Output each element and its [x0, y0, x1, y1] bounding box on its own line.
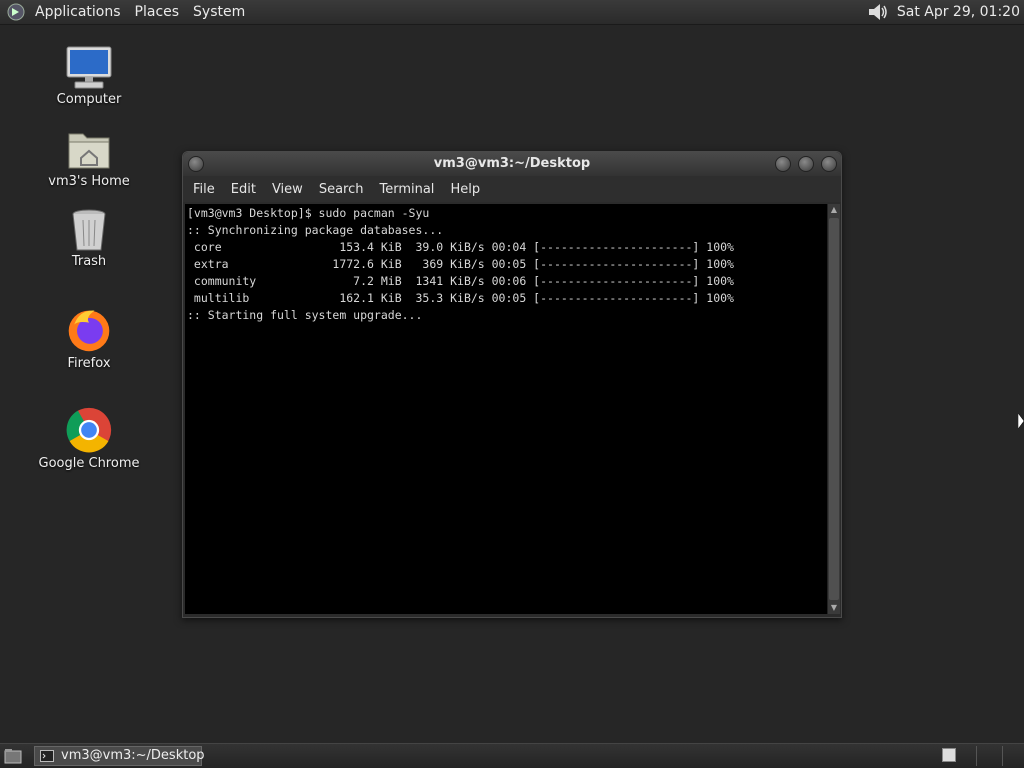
desktop-icon-trash[interactable]: Trash: [34, 208, 144, 269]
desktop-icon-label: Firefox: [67, 356, 111, 371]
firefox-icon: [68, 310, 110, 352]
trash-icon: [72, 209, 106, 251]
computer-icon: [66, 46, 112, 89]
chrome-icon: [66, 407, 112, 453]
window-menu-button[interactable]: [188, 156, 204, 172]
menu-help[interactable]: Help: [444, 182, 486, 197]
menu-search[interactable]: Search: [313, 182, 370, 197]
taskbar-item-terminal[interactable]: vm3@vm3:~/Desktop: [34, 746, 205, 766]
notification-area: Sat Apr 29, 01:20: [867, 0, 1020, 24]
desktop-icon-label: Google Chrome: [38, 456, 140, 471]
menu-places[interactable]: Places: [128, 0, 187, 24]
menu-terminal[interactable]: Terminal: [373, 182, 440, 197]
gnome-foot-icon[interactable]: [6, 2, 26, 22]
menu-edit[interactable]: Edit: [225, 182, 262, 197]
workspace-divider: [1002, 746, 1003, 766]
close-button[interactable]: [821, 156, 837, 172]
workspace-switcher-1[interactable]: [942, 748, 956, 762]
terminal-line: :: Synchronizing package databases...: [187, 223, 444, 237]
terminal-icon: [40, 750, 54, 762]
menu-system[interactable]: System: [186, 0, 252, 24]
desktop-icon-firefox[interactable]: Firefox: [34, 306, 144, 371]
maximize-button[interactable]: [798, 156, 814, 172]
terminal-line: multilib 162.1 KiB 35.3 KiB/s 00:05 [---…: [187, 291, 734, 305]
workspace-divider: [976, 746, 977, 766]
mouse-cursor-icon: [1018, 413, 1024, 429]
minimize-button[interactable]: [775, 156, 791, 172]
clock[interactable]: Sat Apr 29, 01:20: [897, 4, 1020, 20]
menu-applications[interactable]: Applications: [28, 0, 128, 24]
terminal-line: extra 1772.6 KiB 369 KiB/s 00:05 [------…: [187, 257, 734, 271]
window-title: vm3@vm3:~/Desktop: [433, 156, 591, 171]
terminal-scrollbar[interactable]: ▲ ▼: [827, 204, 840, 614]
menu-file[interactable]: File: [187, 182, 221, 197]
speaker-icon[interactable]: [867, 3, 889, 21]
window-titlebar[interactable]: vm3@vm3:~/Desktop: [183, 152, 841, 176]
desktop-icon-chrome[interactable]: Google Chrome: [34, 406, 144, 471]
top-panel: Applications Places System Sat Apr 29, 0…: [0, 0, 1024, 25]
scroll-up-arrow-icon[interactable]: ▲: [829, 205, 839, 215]
scroll-down-arrow-icon[interactable]: ▼: [829, 603, 839, 613]
terminal-line: [vm3@vm3 Desktop]$ sudo pacman -Syu: [187, 206, 430, 220]
terminal-line: community 7.2 MiB 1341 KiB/s 00:06 [----…: [187, 274, 734, 288]
menu-view[interactable]: View: [266, 182, 309, 197]
home-folder-icon: [68, 133, 110, 169]
window-menubar: File Edit View Search Terminal Help: [183, 176, 841, 202]
bottom-panel: vm3@vm3:~/Desktop: [0, 743, 1024, 768]
terminal-window[interactable]: vm3@vm3:~/Desktop File Edit View Search …: [182, 151, 842, 618]
taskbar-item-label: vm3@vm3:~/Desktop: [61, 748, 205, 763]
terminal-line: :: Starting full system upgrade...: [187, 308, 423, 322]
desktop-icon-label: vm3's Home: [48, 174, 130, 189]
desktop-icon-label: Trash: [71, 254, 107, 269]
show-desktop-icon[interactable]: [4, 748, 22, 764]
scroll-thumb[interactable]: [829, 218, 839, 600]
terminal-output[interactable]: [vm3@vm3 Desktop]$ sudo pacman -Syu :: S…: [185, 204, 827, 614]
desktop-icon-computer[interactable]: Computer: [34, 46, 144, 107]
terminal-line: core 153.4 KiB 39.0 KiB/s 00:04 [-------…: [187, 240, 734, 254]
desktop-icon-label: Computer: [56, 92, 122, 107]
desktop-icon-home[interactable]: vm3's Home: [34, 128, 144, 189]
